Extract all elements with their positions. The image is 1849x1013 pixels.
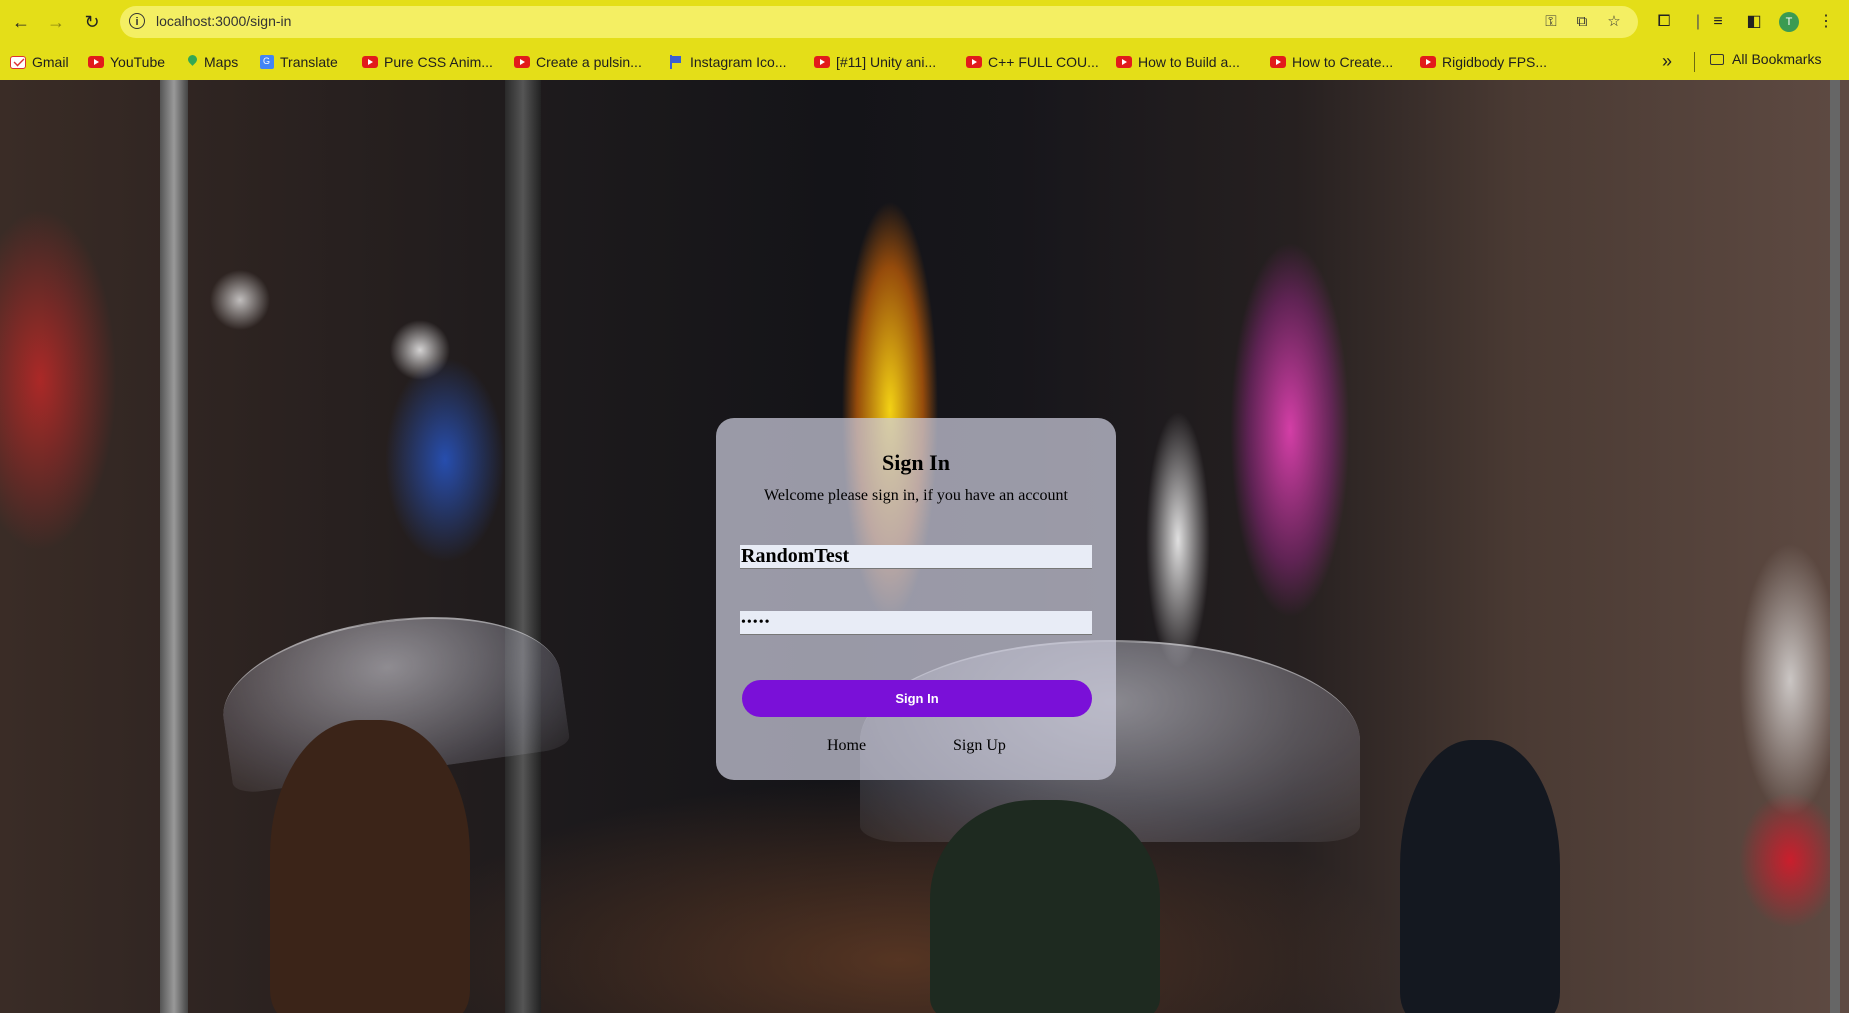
bookmark-maps[interactable]: Maps	[188, 51, 238, 73]
maps-icon	[188, 55, 198, 69]
youtube-icon	[1420, 56, 1436, 68]
bookmark-label: How to Build a...	[1138, 54, 1240, 70]
bookmark-label: C++ FULL COU...	[988, 54, 1099, 70]
page-scrollbar-track	[1830, 80, 1840, 1013]
youtube-icon	[362, 56, 378, 68]
install-app-icon[interactable]: ⧉	[1572, 12, 1592, 32]
bookmark-label: How to Create...	[1292, 54, 1394, 70]
bookmark-item[interactable]: Pure CSS Anim...	[362, 51, 493, 73]
back-arrow-icon[interactable]: ←	[8, 9, 34, 35]
bookmark-item[interactable]: Create a pulsin...	[514, 51, 642, 73]
youtube-icon	[966, 56, 982, 68]
gmail-icon	[10, 55, 26, 69]
media-controls-icon[interactable]: ≡	[1706, 10, 1730, 34]
bookmark-star-icon[interactable]: ☆	[1604, 12, 1624, 32]
forward-arrow-icon[interactable]: →	[43, 9, 69, 35]
extensions-icon[interactable]: ⧠	[1652, 10, 1676, 34]
street-pole	[160, 80, 188, 1013]
bookmark-label: Translate	[280, 54, 338, 70]
all-bookmarks-label: All Bookmarks	[1732, 51, 1822, 67]
password-input[interactable]	[740, 611, 1092, 635]
bookmark-item[interactable]: How to Create...	[1270, 51, 1393, 73]
bookmark-label: YouTube	[110, 54, 166, 70]
all-bookmarks-button[interactable]: All Bookmarks	[1710, 51, 1821, 67]
username-input[interactable]	[740, 545, 1092, 569]
signin-card: Sign In Welcome please sign in, if you h…	[716, 418, 1116, 780]
home-link[interactable]: Home	[827, 737, 866, 755]
bookmark-translate[interactable]: Translate	[260, 51, 338, 73]
bookmark-youtube[interactable]: YouTube	[88, 51, 165, 73]
bookmark-item[interactable]: C++ FULL COU...	[966, 51, 1099, 73]
bookmarks-overflow-icon[interactable]: »	[1662, 51, 1672, 72]
bookmark-label: Rigidbody FPS...	[1442, 54, 1548, 70]
bookmark-item[interactable]: [#11] Unity ani...	[814, 51, 936, 73]
person-silhouette	[1400, 740, 1560, 1013]
person-silhouette	[270, 720, 470, 1013]
profile-avatar[interactable]: T	[1779, 12, 1799, 32]
youtube-icon	[514, 56, 530, 68]
translate-icon	[260, 55, 274, 69]
menu-kebab-icon[interactable]: ⋮	[1814, 10, 1838, 34]
side-panel-icon[interactable]: ◧	[1742, 10, 1766, 34]
url-text[interactable]: localhost:3000/sign-in	[156, 13, 291, 29]
youtube-icon	[1270, 56, 1286, 68]
browser-toolbar: ← → ↻ i localhost:3000/sign-in ⚿ ⧉ ☆ ⧠ |…	[0, 0, 1849, 44]
bookmark-item[interactable]: Rigidbody FPS...	[1420, 51, 1547, 73]
signup-link[interactable]: Sign Up	[953, 737, 1006, 755]
youtube-icon	[88, 56, 104, 68]
youtube-icon	[1116, 56, 1132, 68]
reload-icon[interactable]: ↻	[79, 9, 105, 35]
address-bar[interactable]: i localhost:3000/sign-in ⚿ ⧉ ☆	[120, 6, 1638, 38]
signin-title: Sign In	[882, 450, 950, 475]
bookmark-label: Maps	[204, 54, 239, 70]
bookmarks-bar: Gmail YouTube Maps Translate Pure CSS An…	[0, 44, 1849, 80]
flag-icon	[670, 55, 684, 69]
folder-icon	[1710, 53, 1724, 65]
bookmarks-divider	[1694, 52, 1695, 72]
bookmark-label: [#11] Unity ani...	[836, 54, 937, 70]
person-silhouette	[930, 800, 1160, 1013]
bookmark-label: Instagram Ico...	[690, 54, 787, 70]
street-pole	[505, 80, 541, 1013]
password-key-icon[interactable]: ⚿	[1541, 12, 1561, 32]
bookmark-item[interactable]: Instagram Ico...	[670, 51, 786, 73]
site-info-icon[interactable]: i	[129, 13, 145, 29]
bookmark-item[interactable]: How to Build a...	[1116, 51, 1240, 73]
bookmark-label: Pure CSS Anim...	[384, 54, 493, 70]
bookmark-label: Gmail	[32, 54, 69, 70]
signin-subtitle: Welcome please sign in, if you have an a…	[764, 487, 1068, 504]
bookmark-label: Create a pulsin...	[536, 54, 642, 70]
youtube-icon	[814, 56, 830, 68]
bookmark-gmail[interactable]: Gmail	[10, 51, 69, 73]
signin-button[interactable]: Sign In	[742, 680, 1092, 717]
